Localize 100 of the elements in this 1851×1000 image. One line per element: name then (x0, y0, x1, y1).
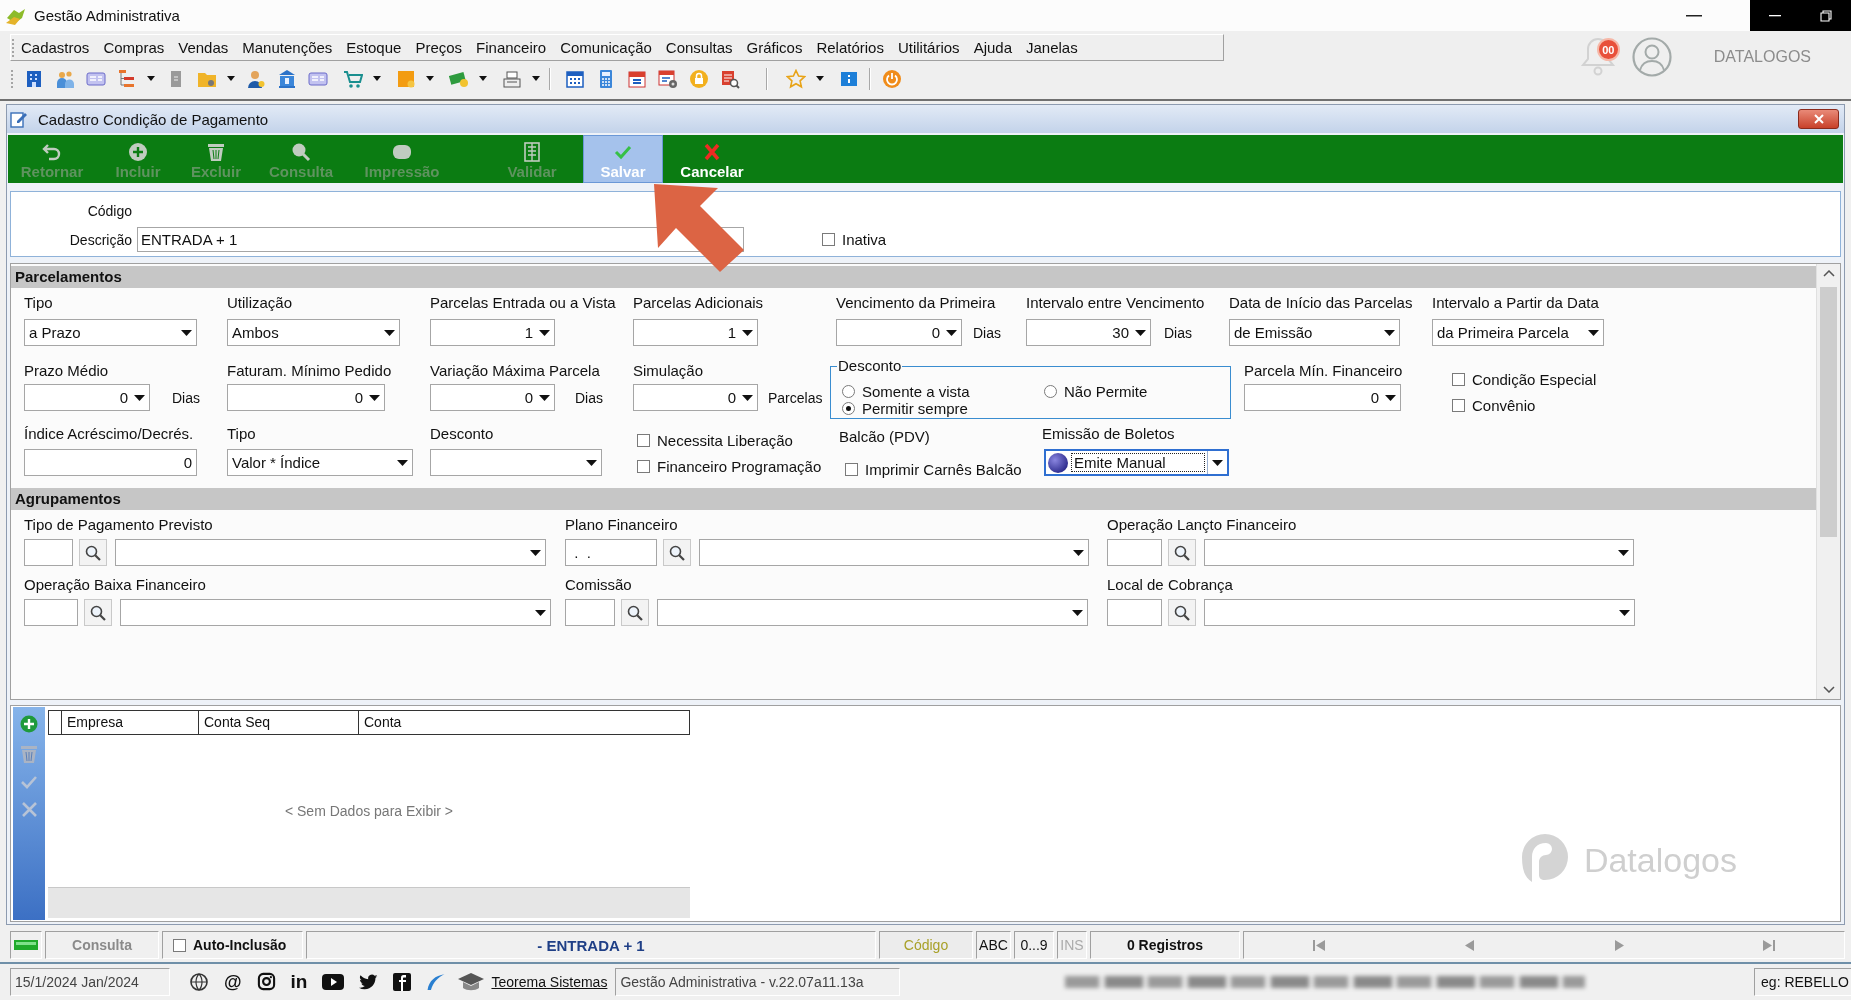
caret-icon[interactable] (180, 329, 192, 336)
code-field[interactable] (24, 599, 78, 626)
number-field[interactable]: 0 (24, 449, 197, 476)
user-icon[interactable] (246, 68, 266, 89)
cart-icon[interactable] (343, 68, 363, 89)
dropdown[interactable]: a Prazo (24, 319, 197, 346)
caret-icon[interactable] (1618, 609, 1630, 616)
swoosh-icon[interactable] (426, 972, 447, 991)
globe-icon[interactable] (189, 971, 209, 992)
caret-icon[interactable] (227, 76, 235, 81)
checkbox-label[interactable]: Necessita Liberação (657, 431, 793, 449)
code-field[interactable] (24, 539, 73, 566)
dropdown[interactable]: da Primeira Parcela (1432, 319, 1604, 346)
menu-item[interactable]: Vendas (171, 39, 236, 56)
number-dropdown[interactable]: 30 (1026, 319, 1151, 346)
menu-item[interactable]: Relatórios (809, 39, 891, 56)
at-sign-link[interactable]: @ (224, 971, 242, 992)
users-icon[interactable] (55, 68, 75, 89)
number-dropdown[interactable]: 0 (633, 384, 758, 411)
text-field[interactable]: ENTRADA + 1 (137, 227, 744, 252)
hierarchy-icon[interactable] (117, 68, 137, 89)
code-field[interactable] (1107, 599, 1162, 626)
checkbox[interactable] (173, 938, 186, 952)
dropdown[interactable]: Emite Manual (1044, 449, 1229, 476)
caret-icon[interactable] (532, 76, 540, 81)
caret-icon[interactable] (538, 329, 550, 336)
column-header[interactable]: Conta Seq (199, 711, 359, 734)
menu-item[interactable]: Estoque (339, 39, 409, 56)
radio-label[interactable]: Permitir sempre (862, 400, 968, 417)
caret-icon[interactable] (538, 394, 550, 401)
in-link[interactable]: in (290, 971, 308, 992)
radio-label[interactable]: Não Permite (1064, 383, 1148, 400)
caret-icon[interactable] (741, 394, 753, 401)
checkbox-label[interactable]: Convênio (1472, 396, 1536, 414)
scrollbar-thumb[interactable] (1820, 287, 1837, 537)
checkbox[interactable] (637, 459, 650, 473)
caret-icon[interactable] (1071, 609, 1083, 616)
number-dropdown[interactable]: 0 (227, 384, 385, 411)
caret-icon[interactable] (741, 329, 753, 336)
menu-item[interactable]: Utilitários (890, 39, 967, 56)
code-field[interactable]: . . (565, 539, 657, 566)
play-icon[interactable] (322, 973, 345, 990)
menu-item[interactable]: Consultas (658, 39, 740, 56)
menu-item[interactable]: Janelas (1019, 39, 1085, 56)
caret-icon[interactable] (1212, 459, 1223, 466)
scroll-down-icon[interactable] (1822, 686, 1835, 693)
calendar-grid-icon[interactable] (565, 68, 585, 89)
caret-icon[interactable] (1617, 549, 1629, 556)
scroll-up-icon[interactable] (1822, 270, 1835, 277)
caret-icon[interactable] (147, 76, 155, 81)
caret-icon[interactable] (383, 329, 395, 336)
search-button[interactable] (1168, 539, 1196, 566)
caret-icon[interactable] (479, 76, 487, 81)
camera-icon[interactable] (256, 972, 276, 991)
menu-item[interactable]: Ajuda (966, 39, 1019, 56)
menu-item[interactable]: Gráficos (739, 39, 810, 56)
checkbox-label[interactable]: Inativa (842, 231, 887, 248)
number-dropdown[interactable]: 0 (1244, 384, 1401, 411)
menu-item[interactable]: Manutenções (235, 39, 340, 56)
f-square-icon[interactable] (393, 972, 412, 991)
dropdown[interactable]: Valor * Índice (227, 449, 413, 476)
checkbox-label[interactable]: Condição Especial (1472, 370, 1597, 388)
caret-icon[interactable] (529, 549, 541, 556)
caret-icon[interactable] (1587, 329, 1599, 336)
plus-icon[interactable] (20, 715, 38, 733)
column-header[interactable]: Empresa (62, 711, 199, 734)
caret-icon[interactable] (373, 76, 381, 81)
menu-item[interactable]: Comunicação (553, 39, 659, 56)
menu-item[interactable]: Compras (96, 39, 172, 56)
checkbox[interactable] (1452, 372, 1465, 386)
number-dropdown[interactable]: 0 (836, 319, 962, 346)
menu-item[interactable]: Financeiro (469, 39, 554, 56)
checkbox[interactable] (1452, 398, 1465, 412)
search-button[interactable] (621, 599, 649, 626)
menu-item[interactable]: Cadastros (14, 39, 97, 56)
restore-button[interactable] (1800, 0, 1851, 31)
checkbox[interactable] (845, 462, 858, 476)
search-button[interactable] (1168, 599, 1196, 626)
radio-label[interactable]: Somente a vista (862, 383, 970, 400)
dropdown[interactable]: de Emissão (1229, 319, 1400, 346)
caret-icon[interactable] (1383, 329, 1395, 336)
minimize-icon[interactable] (1686, 14, 1702, 17)
code-field[interactable] (1107, 539, 1162, 566)
radio-button[interactable] (842, 402, 855, 415)
menu-item[interactable]: Preços (408, 39, 470, 56)
number-dropdown[interactable]: 0 (24, 384, 150, 411)
star-icon[interactable] (786, 68, 806, 89)
radio-button[interactable] (1044, 385, 1057, 398)
caret-icon[interactable] (534, 609, 546, 616)
caret-icon[interactable] (1072, 549, 1084, 556)
caret-icon[interactable] (1134, 329, 1146, 336)
caret-icon[interactable] (396, 459, 408, 466)
bank-icon[interactable] (277, 68, 297, 89)
caret-icon[interactable] (945, 329, 957, 336)
dropdown[interactable]: Ambos (227, 319, 400, 346)
caret-icon[interactable] (585, 459, 597, 466)
caret-icon[interactable] (133, 394, 145, 401)
radio-button[interactable] (842, 385, 855, 398)
printer-icon[interactable] (502, 68, 522, 89)
code-field[interactable] (565, 599, 615, 626)
